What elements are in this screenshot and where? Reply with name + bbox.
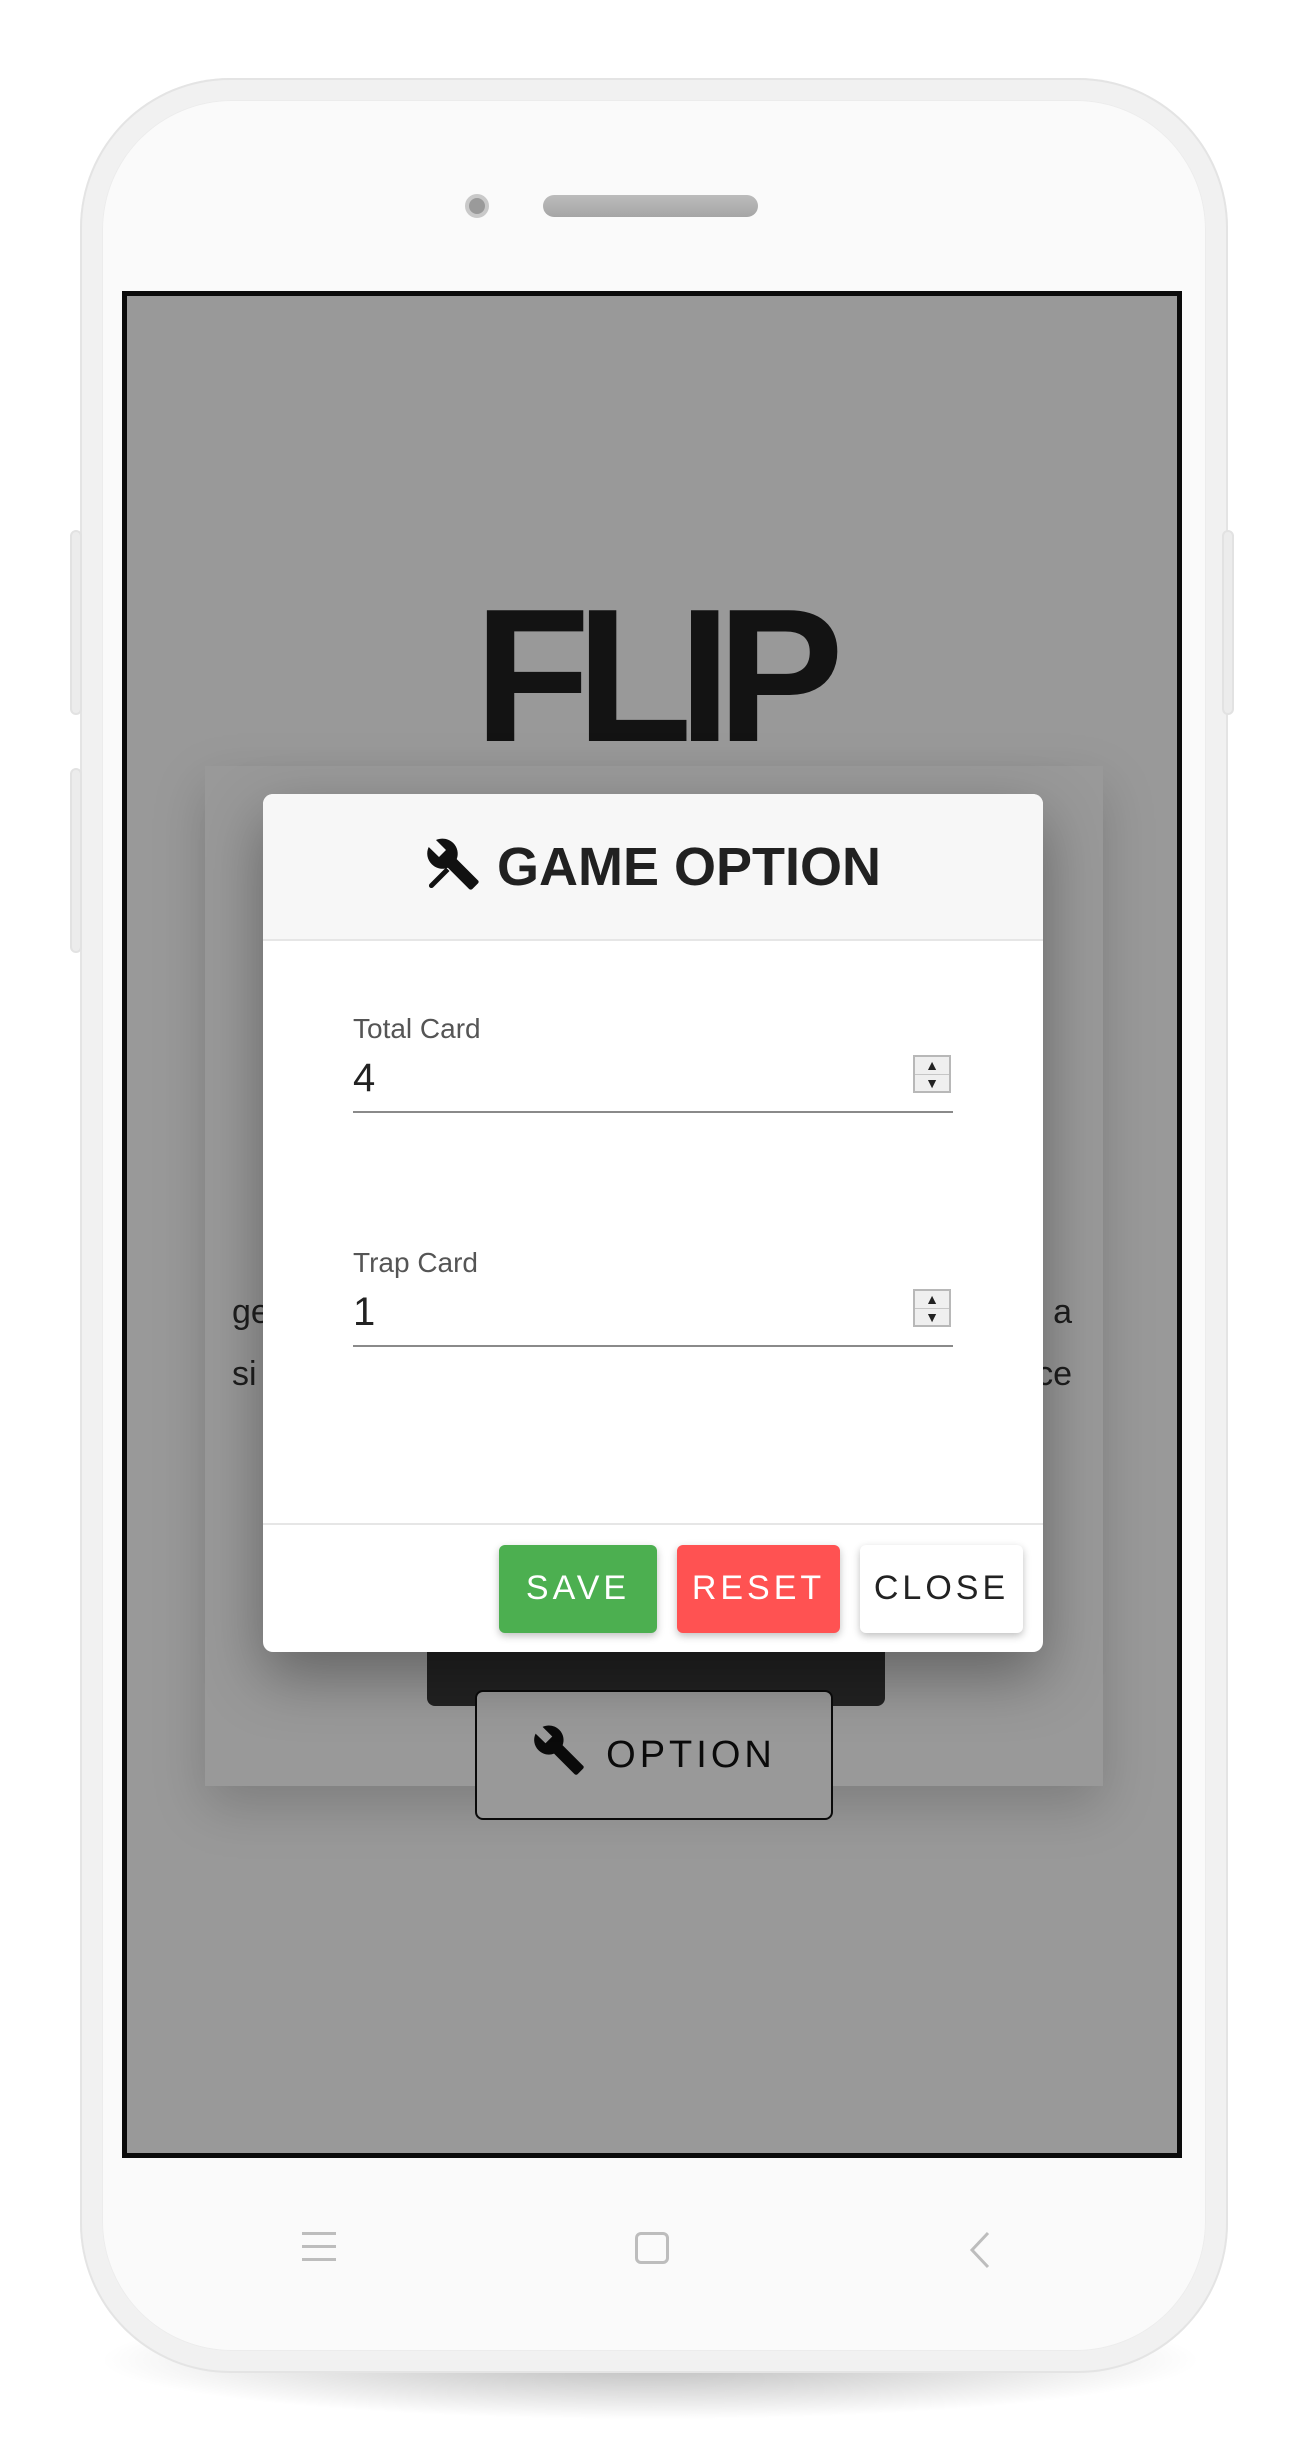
dialog-header: GAME OPTION [263, 794, 1043, 941]
home-icon[interactable] [635, 2232, 669, 2264]
save-button[interactable]: SAVE [499, 1544, 657, 1633]
total-card-field: Total Card ▲ ▼ [353, 1013, 953, 1113]
trap-card-stepper[interactable]: ▲ ▼ [913, 1289, 951, 1327]
decrement-icon[interactable]: ▼ [915, 1073, 949, 1092]
decrement-icon[interactable]: ▼ [915, 1307, 949, 1326]
game-option-dialog: GAME OPTION Total Card ▲ ▼ Trap Card [263, 794, 1043, 1652]
reset-button[interactable]: RESET [677, 1544, 840, 1633]
increment-icon[interactable]: ▲ [915, 1291, 949, 1308]
dialog-footer: SAVE RESET CLOSE [263, 1523, 1043, 1652]
trap-card-input-row: ▲ ▼ [353, 1279, 953, 1347]
volume-up-button [70, 530, 82, 715]
dialog-title: GAME OPTION [496, 836, 881, 897]
total-card-input-row: ▲ ▼ [353, 1045, 953, 1113]
earpiece-speaker [543, 195, 758, 217]
increment-icon[interactable]: ▲ [915, 1057, 949, 1074]
app-screen: FLIP ge a si ce OPTION GAME OPTION Total… [122, 291, 1182, 2158]
menu-icon[interactable] [302, 2232, 336, 2271]
trap-card-input[interactable] [353, 1289, 873, 1335]
total-card-stepper[interactable]: ▲ ▼ [913, 1055, 951, 1093]
close-button[interactable]: CLOSE [860, 1544, 1023, 1633]
total-card-label: Total Card [353, 1013, 481, 1044]
trap-card-label: Trap Card [353, 1247, 479, 1278]
dialog-body: Total Card ▲ ▼ Trap Card ▲ ▼ [263, 941, 1043, 1523]
power-button [1222, 530, 1234, 715]
front-camera [465, 194, 489, 218]
back-icon[interactable] [968, 2230, 992, 2275]
volume-down-button [70, 768, 82, 953]
total-card-input[interactable] [353, 1055, 873, 1101]
trap-card-field: Trap Card ▲ ▼ [353, 1247, 953, 1347]
tools-icon [425, 836, 481, 897]
